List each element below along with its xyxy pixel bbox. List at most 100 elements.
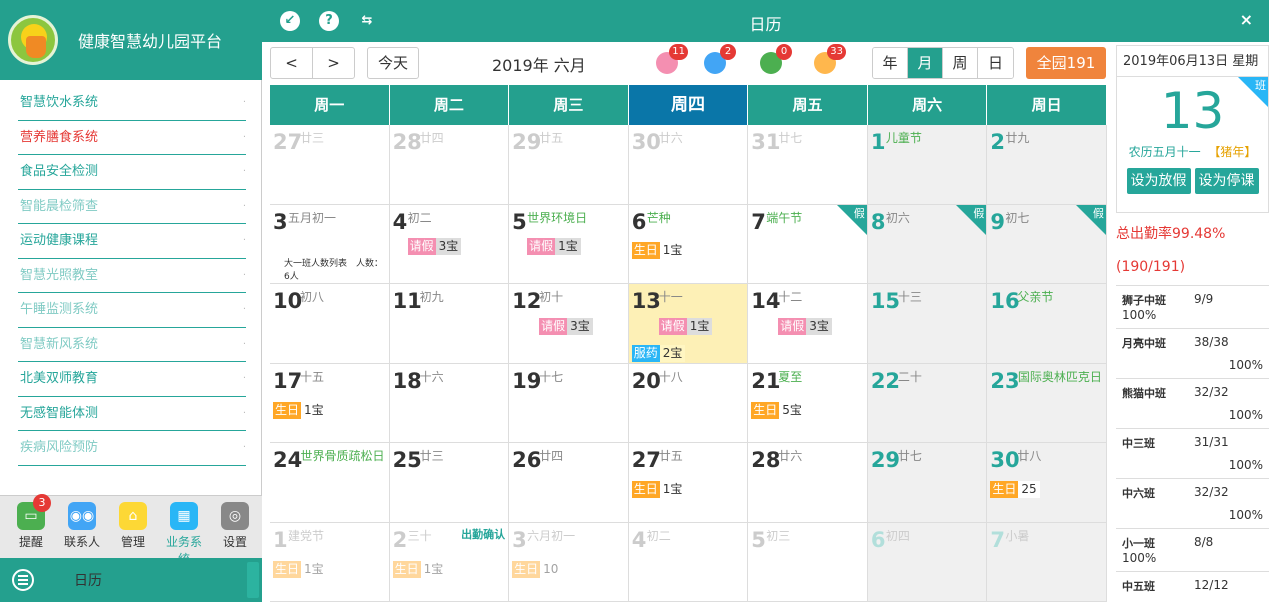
view-button[interactable]: 月 bbox=[908, 48, 943, 78]
sidebar-item[interactable]: 营养膳食系统 bbox=[18, 121, 246, 155]
day-cell[interactable]: 11 初九 bbox=[389, 284, 510, 364]
day-cell[interactable]: 2 三十 出勤确认 生日 1宝 bbox=[389, 522, 510, 602]
class-attendance-row[interactable]: 小一班 8/8 100% bbox=[1116, 529, 1269, 572]
day-cell[interactable]: 20 十八 bbox=[628, 363, 749, 443]
leave-tag[interactable]: 请假 3宝 bbox=[539, 318, 593, 335]
next-month-button[interactable]: > bbox=[312, 47, 355, 79]
sidebar-item[interactable]: 智能晨检筛查 bbox=[18, 190, 246, 224]
day-cell[interactable]: 3 五月初一 大一班人数列表 人数：6人 bbox=[270, 204, 390, 284]
sidebar-item[interactable]: 运动健康课程 bbox=[18, 224, 246, 259]
medication-tag[interactable]: 服药 2宝 bbox=[631, 345, 686, 362]
today-button[interactable]: 今天 bbox=[367, 47, 419, 79]
birthday-tag[interactable]: 生日 1宝 bbox=[273, 560, 327, 578]
sidebar-item[interactable]: 午睡监测系统 bbox=[18, 293, 246, 328]
day-cell[interactable]: 9 初七 假 bbox=[987, 204, 1107, 284]
leave-icon[interactable]: 11 bbox=[654, 44, 688, 76]
day-cell[interactable]: 27 廿五 生日 1宝 bbox=[628, 443, 749, 523]
sidebar-item[interactable]: 智慧新风系统 bbox=[18, 328, 246, 362]
leave-tag[interactable]: 请假 1宝 bbox=[527, 237, 581, 255]
day-cell[interactable]: 6 初四 bbox=[867, 522, 988, 602]
day-cell[interactable]: 19 十七 bbox=[509, 363, 629, 443]
day-cell[interactable]: 15 十三 bbox=[867, 284, 988, 364]
day-cell[interactable]: 30 廿八 生日 25 bbox=[987, 443, 1107, 523]
dock-item-label: 提醒 bbox=[18, 535, 43, 549]
day-cell[interactable]: 25 廿三 bbox=[389, 443, 510, 523]
class-attendance-row[interactable]: 中六班 32/32 100% bbox=[1116, 479, 1269, 529]
day-cell[interactable]: 10 初八 bbox=[270, 284, 390, 364]
class-attendance-row[interactable]: 熊猫中班 32/32 100% bbox=[1116, 379, 1269, 429]
day-cell[interactable]: 13 十一 请假 1宝 服药 2宝 bbox=[628, 284, 749, 364]
day-number: 10 bbox=[273, 289, 303, 313]
day-cell[interactable]: 23 国际奥林匹克日 bbox=[987, 363, 1107, 443]
all-kindergarten-button[interactable]: 全园191 bbox=[1026, 47, 1106, 79]
day-cell[interactable]: 24 世界骨质疏松日 bbox=[270, 443, 390, 523]
set-stop-class-button[interactable]: 设为停课 bbox=[1194, 168, 1259, 194]
day-cell[interactable]: 7 小暑 bbox=[987, 522, 1107, 602]
class-name: 中三班 bbox=[1122, 437, 1155, 450]
dock-item-home[interactable]: ⌂ 管理 bbox=[110, 502, 156, 550]
sidebar-item[interactable]: 智慧光照教室 bbox=[18, 259, 246, 293]
day-cell[interactable]: 1 儿童节 bbox=[867, 125, 988, 205]
day-cell[interactable]: 28 廿六 bbox=[748, 443, 868, 523]
birthday-tag[interactable]: 生日 25 bbox=[990, 481, 1040, 498]
class-attendance-row[interactable]: 中三班 31/31 100% bbox=[1116, 429, 1269, 479]
sidebar-item[interactable]: 智慧饮水系统 bbox=[18, 86, 246, 121]
day-cell[interactable]: 26 廿四 bbox=[509, 443, 629, 523]
view-button[interactable]: 周 bbox=[943, 48, 978, 78]
day-cell[interactable]: 30 廿六 bbox=[628, 125, 749, 205]
day-cell[interactable]: 1 建党节 生日 1宝 bbox=[270, 522, 390, 602]
day-cell[interactable]: 5 世界环境日 请假 1宝 bbox=[509, 204, 629, 284]
day-cell[interactable]: 5 初三 bbox=[748, 522, 868, 602]
day-cell[interactable]: 16 父亲节 bbox=[987, 284, 1107, 364]
view-button[interactable]: 年 bbox=[873, 48, 908, 78]
leave-tag[interactable]: 请假 3宝 bbox=[407, 237, 462, 255]
birthday-tag[interactable]: 生日 1宝 bbox=[631, 481, 686, 498]
birthday-tag[interactable]: 生日 10 bbox=[512, 560, 562, 578]
class-attendance-row[interactable]: 月亮中班 38/38 100% bbox=[1116, 329, 1269, 379]
day-cell[interactable]: 14 十二 请假 3宝 bbox=[748, 284, 868, 364]
sidebar-item[interactable]: 无感智能体测 bbox=[18, 397, 246, 431]
checkup-icon[interactable]: 0 bbox=[758, 44, 792, 76]
set-holiday-button[interactable]: 设为放假 bbox=[1126, 168, 1191, 194]
view-button[interactable]: 日 bbox=[978, 48, 1013, 78]
dock-item-chat[interactable]: ▭ 3 提醒 bbox=[8, 494, 54, 550]
day-cell[interactable]: 29 廿七 bbox=[867, 443, 988, 523]
day-cell[interactable]: 3 六月初一 生日 10 bbox=[509, 522, 629, 602]
dock-item-contacts[interactable]: ◉◉ 联系人 bbox=[59, 502, 105, 550]
day-cell[interactable]: 28 廿四 bbox=[389, 125, 510, 205]
day-cell[interactable]: 22 二十 bbox=[867, 363, 988, 443]
day-cell[interactable]: 2 廿九 bbox=[987, 125, 1107, 205]
leave-tag[interactable]: 请假 3宝 bbox=[778, 318, 832, 335]
tag-type: 生日 bbox=[631, 481, 660, 498]
attendance-confirm-link[interactable]: 出勤确认 bbox=[461, 526, 505, 542]
day-cell[interactable]: 7 端午节 假 bbox=[748, 204, 868, 284]
day-cell[interactable]: 18 十六 bbox=[389, 363, 510, 443]
day-cell[interactable]: 27 廿三 bbox=[270, 125, 390, 205]
prev-month-button[interactable]: < bbox=[270, 47, 313, 79]
day-cell[interactable]: 4 初二 请假 3宝 bbox=[389, 204, 510, 284]
sidebar-item[interactable]: 食品安全检测 bbox=[18, 155, 246, 190]
birthday-icon[interactable]: 33 bbox=[812, 44, 846, 76]
day-cell[interactable]: 31 廿七 bbox=[748, 125, 868, 205]
day-cell[interactable]: 29 廿五 bbox=[509, 125, 629, 205]
birthday-tag[interactable]: 生日 1宝 bbox=[273, 401, 327, 419]
leave-tag[interactable]: 请假 1宝 bbox=[658, 318, 713, 335]
class-attendance-row[interactable]: 狮子中班 9/9 100% bbox=[1116, 286, 1269, 329]
day-cell[interactable]: 17 十五 生日 1宝 bbox=[270, 363, 390, 443]
menu-icon[interactable] bbox=[12, 569, 34, 591]
sidebar-item[interactable]: 疾病风险预防 bbox=[18, 431, 246, 466]
class-attendance-row[interactable]: 中五班12/12100% bbox=[1116, 572, 1269, 602]
collapse-handle[interactable] bbox=[247, 562, 259, 598]
day-cell[interactable]: 12 初十 请假 3宝 bbox=[509, 284, 629, 364]
medicine-icon[interactable]: 2 bbox=[702, 44, 736, 76]
day-cell[interactable]: 8 初六 假 bbox=[867, 204, 988, 284]
day-cell[interactable]: 4 初二 bbox=[628, 522, 749, 602]
day-cell[interactable]: 21 夏至 生日 5宝 bbox=[748, 363, 868, 443]
close-icon[interactable]: × bbox=[1240, 10, 1253, 29]
day-cell[interactable]: 6 芒种 生日 1宝 bbox=[628, 204, 749, 284]
birthday-tag[interactable]: 生日 5宝 bbox=[751, 401, 805, 419]
birthday-tag[interactable]: 生日 1宝 bbox=[392, 560, 447, 578]
sidebar-item[interactable]: 北美双师教育 bbox=[18, 362, 246, 397]
dock-item-settings[interactable]: ◎ 设置 bbox=[212, 502, 258, 550]
birthday-tag[interactable]: 生日 1宝 bbox=[631, 241, 686, 259]
